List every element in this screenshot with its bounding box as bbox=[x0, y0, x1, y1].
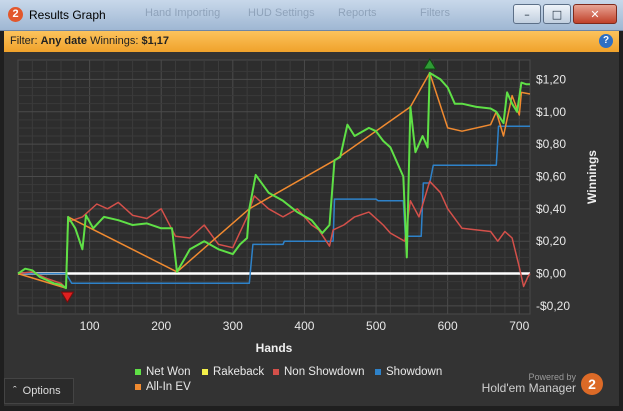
chevron-up-icon: ˆ bbox=[13, 385, 17, 397]
background-menu-item: Hand Importing bbox=[145, 7, 221, 19]
background-menu-item: Reports bbox=[338, 7, 377, 19]
close-icon: ✕ bbox=[590, 7, 600, 21]
legend-item-net-won[interactable]: Net Won bbox=[135, 366, 191, 378]
y-tick-label: $0,00 bbox=[536, 267, 566, 281]
filter-winnings-value: $1,17 bbox=[141, 35, 169, 47]
background-menu-item: Filters bbox=[420, 7, 450, 19]
close-button[interactable]: ✕ bbox=[573, 4, 617, 24]
legend-label: Non Showdown bbox=[284, 366, 365, 378]
options-button[interactable]: ˆ Options bbox=[4, 378, 74, 404]
legend-item-showdown[interactable]: Showdown bbox=[375, 366, 442, 378]
x-tick-label: 500 bbox=[366, 319, 386, 333]
legend-item-rakeback[interactable]: Rakeback bbox=[202, 366, 264, 378]
x-tick-label: 700 bbox=[509, 319, 529, 333]
y-tick-label: $0,40 bbox=[536, 202, 566, 216]
y-tick-label: $0,20 bbox=[536, 234, 566, 248]
x-tick-label: 200 bbox=[151, 319, 171, 333]
options-label: Options bbox=[22, 385, 61, 397]
legend-label: All-In EV bbox=[146, 381, 191, 393]
filter-prefix: Filter: bbox=[10, 35, 38, 47]
minimize-icon: – bbox=[524, 7, 530, 21]
y-tick-label: $0,60 bbox=[536, 169, 566, 183]
y-tick-label: -$0,20 bbox=[536, 299, 570, 313]
results-graph-panel: 100 200 300 400 500 600 700 -$0,20 $0,00 $0,20 $0,… bbox=[4, 52, 619, 406]
y-tick-label: $1,00 bbox=[536, 105, 566, 119]
y-tick-label: $0,80 bbox=[536, 137, 566, 151]
help-icon[interactable]: ? bbox=[599, 34, 613, 48]
title-bar: 2 Results Graph Hand Importing HUD Setti… bbox=[0, 0, 623, 31]
legend-item-all-in-ev[interactable]: All-In EV bbox=[135, 381, 191, 393]
legend-label: Rakeback bbox=[213, 366, 265, 378]
legend-swatch bbox=[375, 369, 381, 375]
x-axis-title: Hands bbox=[256, 341, 293, 355]
brand-name: Hold'em Manager bbox=[481, 381, 576, 395]
window-title: Results Graph bbox=[29, 8, 106, 22]
results-chart: 100 200 300 400 500 600 700 -$0,20 $0,00 $0,20 $0,… bbox=[17, 57, 599, 355]
legend-swatch bbox=[273, 369, 279, 375]
legend-swatch bbox=[135, 369, 141, 375]
y-axis-title: Winnings bbox=[585, 150, 599, 204]
legend-label: Net Won bbox=[146, 366, 191, 378]
minimize-button[interactable]: – bbox=[513, 4, 541, 24]
app-logo-icon: 2 bbox=[8, 7, 23, 22]
maximize-button[interactable]: □ bbox=[543, 4, 571, 24]
legend-label: Showdown bbox=[386, 366, 443, 378]
maximize-icon: □ bbox=[551, 7, 563, 21]
filter-date: Any date bbox=[40, 35, 88, 47]
filter-bar: Filter: Any date Winnings: $1,17 ? bbox=[4, 31, 619, 52]
x-tick-label: 600 bbox=[438, 319, 458, 333]
legend-item-non-showdown[interactable]: Non Showdown bbox=[273, 366, 365, 378]
legend-swatch bbox=[135, 384, 141, 390]
brand-logo-icon: 2 bbox=[581, 373, 603, 395]
y-tick-label: $1,20 bbox=[536, 72, 566, 86]
x-tick-label: 300 bbox=[223, 319, 243, 333]
x-tick-label: 400 bbox=[294, 319, 314, 333]
x-tick-label: 100 bbox=[80, 319, 100, 333]
background-menu-item: HUD Settings bbox=[248, 7, 315, 19]
legend-swatch bbox=[202, 369, 208, 375]
filter-winnings-label: Winnings: bbox=[90, 35, 139, 47]
